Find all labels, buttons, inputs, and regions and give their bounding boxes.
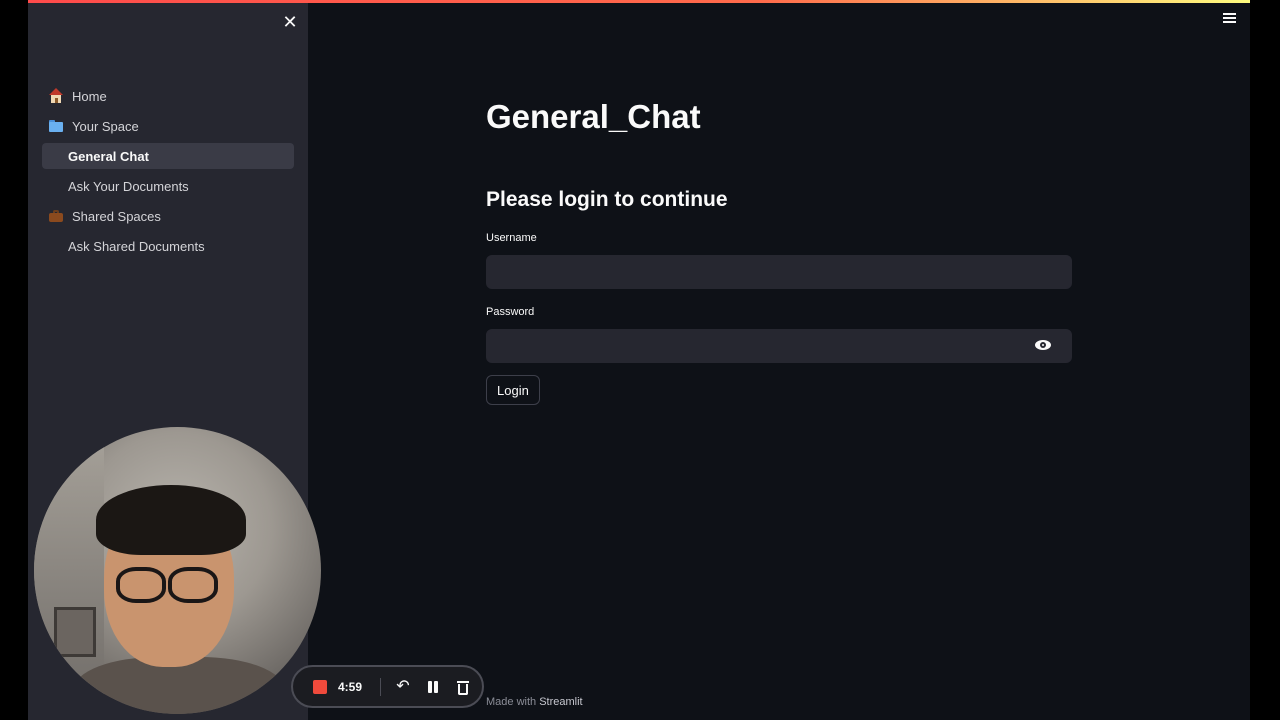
undo-icon[interactable]: ↶ <box>395 678 411 695</box>
divider <box>380 677 381 696</box>
sidebar-item-label: Ask Shared Documents <box>68 238 205 254</box>
pause-icon[interactable] <box>425 679 441 695</box>
show-password-eye-icon[interactable] <box>1034 337 1054 353</box>
sidebar-item-label: Ask Your Documents <box>68 178 189 194</box>
screen-recorder-toolbar: 4:59 ↶ <box>291 665 484 708</box>
sidebar-item-label: Shared Spaces <box>72 208 161 224</box>
webcam-overlay <box>34 427 321 714</box>
close-icon[interactable]: ✕ <box>280 12 300 32</box>
page-title: General_Chat <box>486 98 701 135</box>
login-heading: Please login to continue <box>486 188 728 211</box>
trash-icon[interactable] <box>455 679 471 695</box>
username-input[interactable] <box>486 255 1072 289</box>
sidebar-item-home[interactable]: Home <box>42 81 294 111</box>
sidebar-item-shared-spaces[interactable]: Shared Spaces <box>42 201 294 231</box>
footer: Made with Streamlit <box>486 696 583 708</box>
sidebar-nav: Home Your Space General Chat Ask Your Do… <box>42 81 294 261</box>
sidebar-item-general-chat[interactable]: General Chat <box>42 143 294 169</box>
briefcase-icon <box>48 208 64 224</box>
sidebar-item-your-space[interactable]: Your Space <box>42 111 294 141</box>
password-label: Password <box>486 306 535 318</box>
sidebar-item-label: General Chat <box>68 148 149 164</box>
sidebar-item-ask-your-documents[interactable]: Ask Your Documents <box>42 171 294 201</box>
sidebar-item-ask-shared-documents[interactable]: Ask Shared Documents <box>42 231 294 261</box>
streamlit-link[interactable]: Streamlit <box>539 696 582 708</box>
top-decoration-stripe <box>28 0 1250 3</box>
stop-recording-button[interactable] <box>313 679 327 694</box>
sidebar-item-label: Home <box>72 88 107 104</box>
house-icon <box>48 88 64 104</box>
folder-icon <box>48 118 64 134</box>
password-input[interactable] <box>486 329 1072 363</box>
username-label: Username <box>486 232 537 244</box>
login-button[interactable]: Login <box>486 375 540 405</box>
footer-prefix: Made with <box>486 696 537 708</box>
recording-timer: 4:59 <box>338 679 363 694</box>
hamburger-menu-icon[interactable] <box>1223 13 1237 27</box>
sidebar-item-label: Your Space <box>72 118 139 134</box>
